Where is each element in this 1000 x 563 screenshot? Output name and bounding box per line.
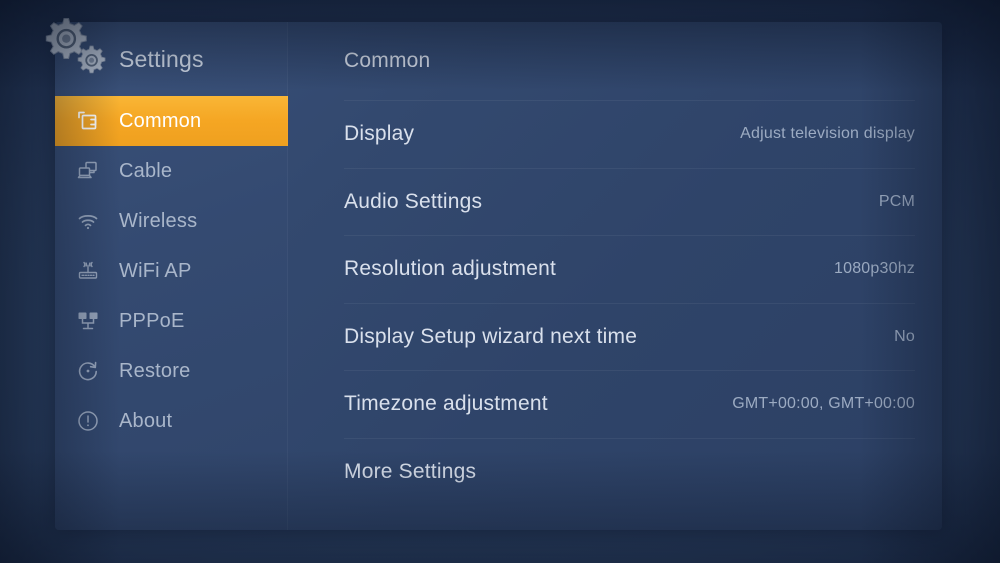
sidebar-item-wireless[interactable]: Wireless (55, 196, 288, 246)
sidebar-item-about[interactable]: About (55, 396, 288, 446)
cards-icon (75, 108, 101, 134)
setting-value: 1080p30hz (834, 260, 915, 278)
setting-row-more-settings[interactable]: More Settings (344, 437, 915, 506)
network-icon (75, 308, 101, 334)
setting-value: PCM (878, 192, 915, 210)
tv-settings-screen: Settings Common Cable Wireless WiFi AP P… (0, 0, 1000, 563)
sidebar-item-label: PPPoE (119, 310, 185, 332)
setting-label: More Settings (344, 459, 477, 483)
router-icon (75, 258, 101, 284)
refresh-icon (75, 358, 101, 384)
setting-value: Adjust television display (740, 125, 915, 143)
sidebar-title: Settings (55, 22, 288, 96)
sidebar-item-common[interactable]: Common (55, 96, 288, 146)
sidebar-item-label: WiFi AP (119, 260, 192, 282)
sidebar-item-wifi-ap[interactable]: WiFi AP (55, 246, 288, 296)
wifi-icon (75, 208, 101, 234)
setting-row-display[interactable]: Display Adjust television display (344, 100, 915, 168)
info-icon (75, 408, 101, 434)
content-area: Common Display Adjust television display… (288, 22, 942, 530)
page-title: Common (344, 22, 915, 100)
sidebar-item-label: About (119, 410, 173, 432)
setting-row-audio-settings[interactable]: Audio Settings PCM (344, 167, 915, 236)
settings-panel: Settings Common Cable Wireless WiFi AP P… (55, 22, 942, 530)
setting-value: No (894, 327, 915, 345)
setting-label: Display (344, 122, 415, 146)
setting-label: Display Setup wizard next time (344, 324, 638, 348)
sidebar-item-label: Common (119, 110, 202, 132)
setting-label: Timezone adjustment (344, 392, 548, 416)
sidebar-item-restore[interactable]: Restore (55, 346, 288, 396)
sidebar-item-label: Cable (119, 160, 173, 182)
sidebar-item-label: Wireless (119, 210, 198, 232)
setting-row-timezone-adjustment[interactable]: Timezone adjustment GMT+00:00, GMT+00:00 (344, 370, 915, 438)
sidebar-item-cable[interactable]: Cable (55, 146, 288, 196)
sidebar: Settings Common Cable Wireless WiFi AP P… (55, 22, 288, 530)
computers-icon (75, 158, 101, 184)
sidebar-item-label: Restore (119, 360, 191, 382)
page-title-label: Common (344, 49, 431, 72)
sidebar-item-pppoe[interactable]: PPPoE (55, 296, 288, 346)
setting-row-display-setup-wizard[interactable]: Display Setup wizard next time No (344, 302, 915, 371)
setting-label: Resolution adjustment (344, 257, 556, 281)
setting-row-resolution-adjustment[interactable]: Resolution adjustment 1080p30hz (344, 235, 915, 303)
setting-label: Audio Settings (344, 189, 483, 213)
setting-value: GMT+00:00, GMT+00:00 (732, 395, 915, 413)
sidebar-title-label: Settings (119, 45, 204, 72)
